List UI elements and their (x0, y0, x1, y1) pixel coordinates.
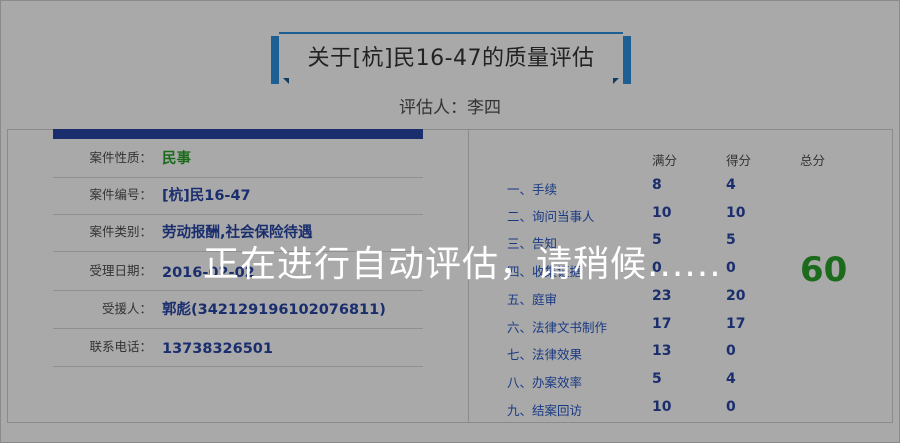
item-full-score: 10 (652, 205, 672, 221)
accept-date-label: 受理日期： (89, 263, 152, 278)
item-label[interactable]: 一、手续 (507, 179, 557, 198)
phone-value: 13738326501 (162, 341, 273, 357)
item-full-score: 5 (652, 371, 662, 387)
banner-edge-left (271, 36, 279, 84)
page-title: 关于[杭]民16-47的质量评估 (279, 32, 623, 78)
item-got-score: 0 (726, 343, 736, 359)
item-label[interactable]: 六、法律文书制作 (507, 317, 607, 336)
item-got-score: 0 (726, 260, 736, 276)
recipient-value: 郭彪(342129196102076811) (162, 302, 386, 318)
recipient-label: 受援人： (101, 301, 152, 316)
case-nature-label: 案件性质： (89, 150, 152, 165)
item-got-score: 0 (726, 399, 736, 415)
loading-message: 正在进行自动评估，请稍候...... (203, 244, 722, 285)
assessor-label: 评估人：李四 (399, 98, 501, 118)
got-score-header: 得分 (726, 153, 752, 168)
case-number-value: [杭]民16-47 (162, 188, 251, 204)
case-nature-value: 民事 (162, 151, 191, 167)
total-score-header: 总分 (800, 153, 826, 168)
item-got-score: 4 (726, 177, 736, 193)
item-label[interactable]: 七、法律效果 (507, 344, 582, 363)
item-full-score: 23 (652, 288, 672, 304)
item-label[interactable]: 九、结案回访 (507, 400, 582, 419)
case-info-header-bar (53, 129, 423, 139)
banner-edge-right (623, 36, 631, 84)
item-got-score: 4 (726, 371, 736, 387)
item-full-score: 8 (652, 177, 662, 193)
item-label[interactable]: 二、询问当事人 (507, 206, 595, 225)
recipient-row: 受援人： 郭彪(342129196102076811) (53, 291, 423, 329)
item-label[interactable]: 五、庭审 (507, 289, 557, 308)
item-got-score: 17 (726, 316, 746, 332)
case-number-row: 案件编号： [杭]民16-47 (53, 177, 423, 215)
item-full-score: 10 (652, 399, 672, 415)
item-full-score: 17 (652, 316, 672, 332)
total-score-value: 60 (800, 250, 848, 290)
item-label[interactable]: 八、办案效率 (507, 372, 582, 391)
item-got-score: 5 (726, 232, 736, 248)
phone-label: 联系电话： (89, 339, 152, 354)
item-got-score: 20 (726, 288, 746, 304)
full-score-header: 满分 (652, 153, 678, 168)
phone-row: 联系电话： 13738326501 (53, 329, 423, 367)
item-full-score: 13 (652, 343, 672, 359)
title-banner: 关于[杭]民16-47的质量评估 (271, 32, 631, 84)
item-got-score: 10 (726, 205, 746, 221)
case-number-label: 案件编号： (89, 187, 152, 202)
case-category-label: 案件类别： (89, 224, 152, 239)
case-nature-row: 案件性质： 民事 (53, 140, 423, 178)
